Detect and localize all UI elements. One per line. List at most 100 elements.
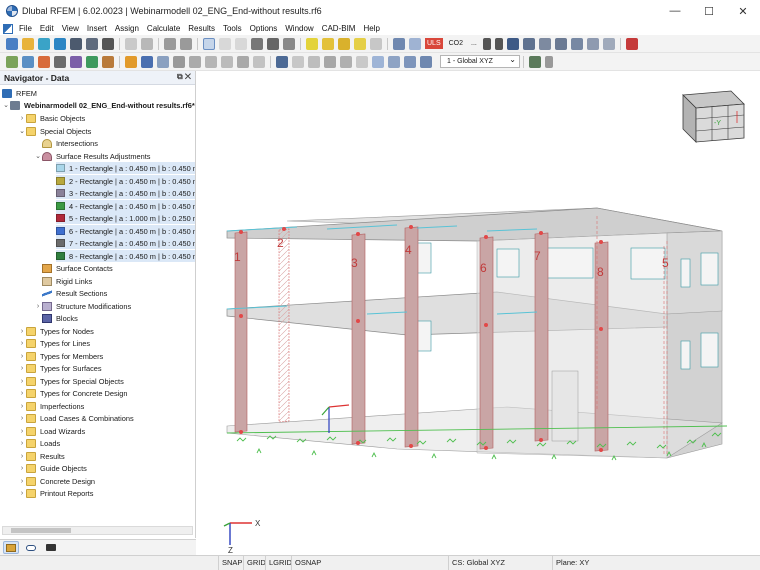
save-icon[interactable] [70, 37, 82, 50]
tree-types-for-concrete-design[interactable]: › Types for Concrete Design [18, 387, 128, 399]
extremes-icon[interactable] [586, 37, 599, 50]
adjustment-item-5[interactable]: 5 - Rectangle | a : 1.000 m | b : 0.250 … [56, 212, 195, 224]
expand-icon[interactable]: › [18, 390, 26, 397]
new-model-icon[interactable] [6, 37, 18, 50]
save-all-icon[interactable] [86, 37, 98, 50]
views-tab[interactable] [43, 541, 59, 554]
iso-view-icon[interactable] [388, 55, 400, 68]
results-icon[interactable] [338, 37, 350, 50]
window-layout-icon[interactable] [203, 37, 215, 50]
load-view-icon[interactable] [409, 37, 421, 50]
expand-icon[interactable]: › [18, 328, 26, 335]
support-icon[interactable] [125, 55, 137, 68]
undo-icon[interactable] [164, 37, 176, 50]
member-icon[interactable] [70, 55, 82, 68]
menu-help[interactable]: Help [359, 24, 383, 33]
scrollbar-thumb[interactable] [11, 528, 71, 533]
navigator-horizontal-scrollbar[interactable] [2, 526, 193, 535]
clipboard-icon[interactable] [141, 37, 153, 50]
redo-icon[interactable] [180, 37, 192, 50]
uls-badge[interactable]: ULS [425, 38, 443, 49]
model-viewport[interactable]: 1 2 3 4 6 7 8 5 X Z -Y [197, 71, 760, 555]
tree-concrete-design[interactable]: › Concrete Design [18, 475, 95, 487]
expand-icon[interactable]: › [18, 465, 26, 472]
expand-icon[interactable]: › [18, 478, 26, 485]
expand-icon[interactable]: › [18, 115, 26, 122]
menu-window[interactable]: Window [281, 24, 317, 33]
expand-icon[interactable]: › [18, 340, 26, 347]
tree-structure-modifications[interactable]: › Structure Modifications [34, 300, 131, 312]
adjustment-item-8[interactable]: 8 - Rectangle | a : 0.450 m | b : 0.450 … [56, 250, 195, 262]
tree-types-for-special-objects[interactable]: › Types for Special Objects [18, 375, 124, 387]
tree-types-for-nodes[interactable]: › Types for Nodes [18, 325, 94, 337]
view-cube[interactable]: -Y [682, 90, 745, 143]
menu-options[interactable]: Options [246, 24, 282, 33]
expand-icon[interactable]: › [18, 453, 26, 460]
expand-icon[interactable]: › [18, 353, 26, 360]
tree-load-cases-combinations[interactable]: › Load Cases & Combinations [18, 412, 134, 424]
print-icon[interactable] [102, 37, 114, 50]
open-web-icon[interactable] [38, 37, 50, 50]
transparency-icon[interactable] [324, 55, 336, 68]
move-icon[interactable] [205, 55, 217, 68]
more-arrow-icon[interactable] [545, 55, 553, 68]
data-tab[interactable] [3, 541, 19, 554]
display-tab[interactable] [23, 541, 39, 554]
tree-result-sections[interactable]: Result Sections [34, 287, 107, 299]
window-split-icon[interactable] [219, 37, 231, 50]
zoom-all-icon[interactable] [340, 55, 352, 68]
grid-view-icon[interactable] [283, 37, 295, 50]
adjustment-item-1[interactable]: 1 - Rectangle | a : 0.450 m | b : 0.450 … [56, 162, 195, 174]
view-y-icon[interactable] [420, 55, 432, 68]
close-model-icon[interactable] [625, 37, 638, 50]
navigator-header-buttons[interactable]: ⧉ ✕ [177, 72, 191, 82]
expand-icon[interactable]: › [34, 303, 42, 310]
model-view-icon[interactable] [393, 37, 405, 50]
tree-types-for-members[interactable]: › Types for Members [18, 350, 103, 362]
report-icon[interactable] [125, 37, 137, 50]
select-icon[interactable] [6, 55, 18, 68]
tree-root[interactable]: RFEM [2, 87, 37, 99]
scale-icon[interactable] [253, 55, 265, 68]
next-arrow-icon[interactable] [494, 37, 503, 50]
thickness-icon[interactable] [189, 55, 201, 68]
tree-types-for-lines[interactable]: › Types for Lines [18, 337, 90, 349]
maximize-button[interactable]: ☐ [692, 0, 726, 22]
expand-icon[interactable]: › [18, 365, 26, 372]
menu-insert[interactable]: Insert [83, 24, 111, 33]
tree-rigid-links[interactable]: Rigid Links [34, 275, 92, 287]
menu-cad-bim[interactable]: CAD-BIM [318, 24, 360, 33]
result-values-icon[interactable] [522, 37, 535, 50]
material-icon[interactable] [173, 55, 185, 68]
tree-surface-results-adjustments[interactable]: ⌄ Surface Results Adjustments [34, 150, 150, 162]
section-icon[interactable] [157, 55, 169, 68]
results-on-off-icon[interactable] [506, 37, 519, 50]
menu-tools[interactable]: Tools [219, 24, 246, 33]
app-menu-icon[interactable] [3, 23, 13, 34]
menu-calculate[interactable]: Calculate [143, 24, 184, 33]
expand-icon[interactable]: › [18, 428, 26, 435]
cloud-icon[interactable] [54, 37, 66, 50]
surface-icon[interactable] [86, 55, 98, 68]
view-select[interactable]: 1 - Global XYZ [440, 54, 520, 68]
osnap-toggle[interactable]: OSNAP [291, 556, 324, 570]
solid-icon[interactable] [102, 55, 114, 68]
co2-select-ellipsis[interactable]: ... [469, 38, 479, 49]
expand-icon[interactable]: › [18, 403, 26, 410]
mirror-icon[interactable] [237, 55, 249, 68]
tree-basic-objects[interactable]: › Basic Objects [18, 112, 85, 124]
adjustment-item-2[interactable]: 2 - Rectangle | a : 0.450 m | b : 0.450 … [56, 175, 195, 187]
comment-icon[interactable] [354, 37, 366, 50]
view-x-icon[interactable] [404, 55, 416, 68]
expand-icon[interactable]: › [18, 490, 26, 497]
menu-view[interactable]: View [58, 24, 83, 33]
tree-surface-contacts[interactable]: Surface Contacts [34, 262, 113, 274]
adjustment-item-4[interactable]: 4 - Rectangle | a : 0.450 m | b : 0.450 … [56, 200, 195, 212]
filter-icon[interactable] [602, 37, 615, 50]
hinge-icon[interactable] [141, 55, 153, 68]
tree-guide-objects[interactable]: › Guide Objects [18, 462, 87, 474]
snap-toggle[interactable]: SNAP [218, 556, 245, 570]
tree-special-objects[interactable]: ⌄ Special Objects [18, 125, 91, 137]
view-cube-icon[interactable] [372, 55, 384, 68]
close-button[interactable]: ✕ [726, 0, 760, 22]
